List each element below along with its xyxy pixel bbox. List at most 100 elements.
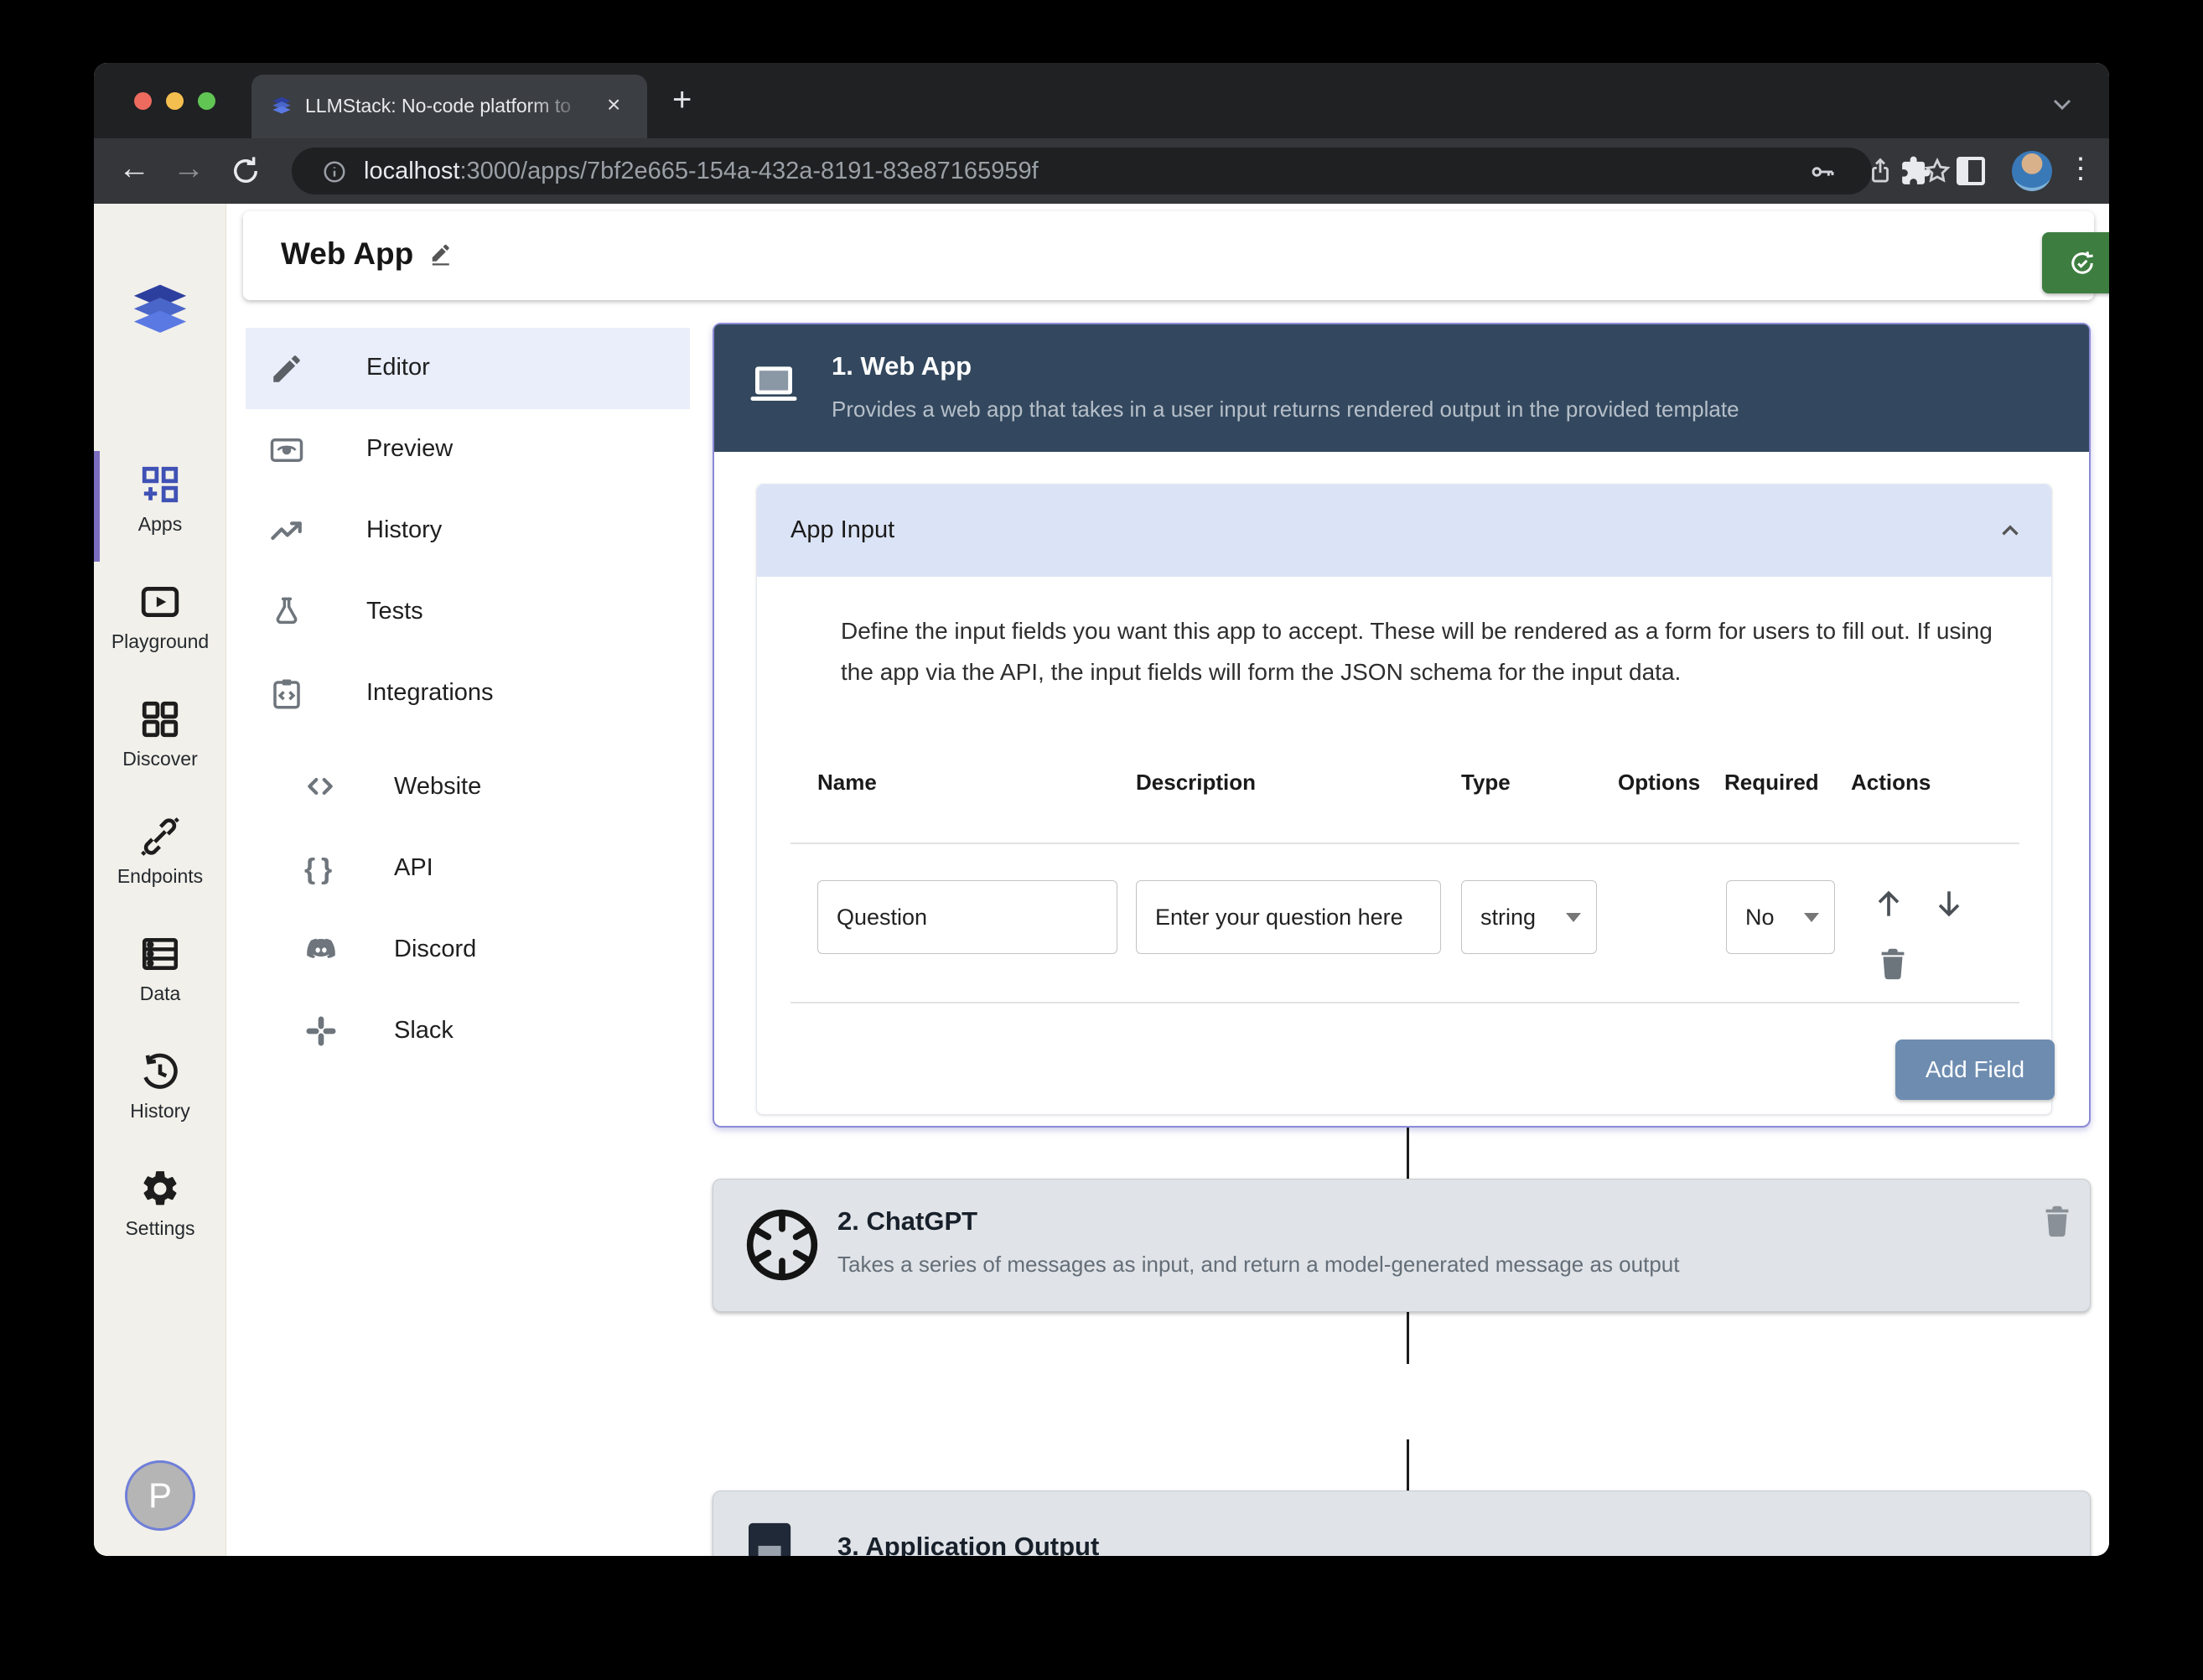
- traffic-light-close[interactable]: [134, 92, 152, 110]
- field-required-value: No: [1745, 905, 1775, 931]
- laptop-icon: [746, 363, 801, 405]
- nav-item-tests[interactable]: Tests: [246, 572, 690, 653]
- flask-icon: [269, 595, 304, 630]
- step3-title: 3. Application Output: [837, 1532, 1099, 1556]
- back-button[interactable]: ←: [111, 145, 158, 192]
- tab-title-fade: [528, 91, 587, 125]
- tab-close-icon[interactable]: ×: [607, 91, 620, 118]
- step-card-chatgpt[interactable]: 2. ChatGPT Takes a series of messages as…: [713, 1179, 2091, 1312]
- page-header: Web App Publish: [243, 211, 2094, 300]
- flow-connector: [1407, 1439, 1409, 1491]
- braces-icon: { }: [304, 852, 340, 887]
- extensions-puzzle-icon[interactable]: [1900, 155, 1931, 187]
- llmstack-favicon: [268, 93, 295, 120]
- step-card-web-app: 1. Web App Provides a web app that takes…: [713, 323, 2091, 1128]
- sidebar-item-discover[interactable]: Discover: [94, 698, 226, 770]
- sidebar-label: Playground: [94, 630, 226, 653]
- nav-label: Editor: [366, 354, 430, 381]
- endpoints-icon: [139, 816, 181, 858]
- edit-title-icon[interactable]: [429, 241, 454, 267]
- sidebar-label: Apps: [94, 513, 226, 536]
- openai-logo-icon: [744, 1206, 821, 1283]
- add-field-button[interactable]: Add Field: [1895, 1040, 2055, 1100]
- browser-toolbar: ← → localhost:3000/apps/7bf2e665-154a-43…: [94, 138, 2109, 204]
- sidebar-label: History: [94, 1100, 226, 1123]
- nav-item-website[interactable]: Website: [246, 747, 690, 828]
- trending-icon: [269, 514, 304, 549]
- playground-icon: [139, 581, 181, 623]
- field-description-input[interactable]: [1136, 880, 1441, 954]
- refresh-button[interactable]: [228, 153, 263, 189]
- collapse-chevron-icon[interactable]: [1996, 516, 2024, 545]
- share-icon[interactable]: [1866, 157, 1895, 185]
- step-card-application-output[interactable]: 3. Application Output: [713, 1491, 2091, 1556]
- col-header-type: Type: [1461, 770, 1511, 796]
- sidebar-item-settings[interactable]: Settings: [94, 1168, 226, 1240]
- nav-item-api[interactable]: { } API: [246, 828, 690, 910]
- delete-field-trash-icon[interactable]: [1874, 944, 1912, 983]
- field-name-input[interactable]: [817, 880, 1117, 954]
- delete-step-trash-icon[interactable]: [2038, 1201, 2076, 1240]
- nav-label: Website: [394, 773, 481, 801]
- forward-button[interactable]: →: [165, 145, 212, 192]
- nav-item-history[interactable]: History: [246, 490, 690, 572]
- sidebar-label: Data: [94, 983, 226, 1005]
- app-input-header[interactable]: App Input: [757, 485, 2051, 577]
- flow-connector: [1407, 1128, 1409, 1179]
- app-sidebar: Apps Playground Discover: [94, 204, 226, 1556]
- sidebar-item-history[interactable]: History: [94, 1050, 226, 1123]
- field-required-select[interactable]: No: [1726, 880, 1835, 954]
- nav-label: Tests: [366, 598, 423, 625]
- nav-item-integrations[interactable]: Integrations: [246, 653, 690, 734]
- sidebar-item-data[interactable]: Data: [94, 933, 226, 1005]
- apps-icon: [139, 464, 181, 506]
- slack-icon: [304, 1014, 340, 1050]
- publish-button[interactable]: Publish: [2042, 232, 2109, 293]
- browser-menu-icon[interactable]: ⋮: [2057, 145, 2104, 192]
- nav-item-slack[interactable]: Slack: [246, 991, 690, 1072]
- nav-item-preview[interactable]: Preview: [246, 409, 690, 490]
- profile-avatar[interactable]: [2012, 151, 2052, 191]
- nav-item-discord[interactable]: Discord: [246, 910, 690, 991]
- side-panel-icon[interactable]: [1957, 157, 1985, 185]
- field-type-select[interactable]: string: [1461, 880, 1597, 954]
- move-down-icon[interactable]: [1931, 885, 1967, 922]
- traffic-light-zoom[interactable]: [198, 92, 215, 110]
- table-divider: [790, 843, 2019, 844]
- url-path: :3000/apps/7bf2e665-154a-432a-8191-83e87…: [459, 158, 1038, 184]
- nav-label: API: [394, 854, 433, 882]
- table-divider: [790, 1002, 2019, 1003]
- col-header-actions: Actions: [1851, 770, 1931, 796]
- field-type-value: string: [1480, 905, 1536, 931]
- sidebar-item-apps[interactable]: Apps: [94, 464, 226, 536]
- nav-item-editor[interactable]: Editor: [246, 328, 690, 409]
- url-text: localhost:3000/apps/7bf2e665-154a-432a-8…: [364, 158, 1039, 185]
- step1-subtitle: Provides a web app that takes in a user …: [832, 397, 1739, 423]
- sidebar-label: Endpoints: [94, 865, 226, 888]
- move-up-icon[interactable]: [1870, 885, 1907, 922]
- browser-tab[interactable]: LLMStack: No-code platform to ×: [251, 75, 647, 138]
- nav-label: Integrations: [366, 679, 494, 707]
- app-content: Apps Playground Discover: [94, 204, 2109, 1556]
- nav-label: Preview: [366, 435, 453, 463]
- screenshot-stage: LLMStack: No-code platform to × + ← → lo…: [0, 0, 2203, 1680]
- data-icon: [139, 933, 181, 975]
- chevron-down-icon: [1804, 913, 1819, 922]
- sidebar-item-endpoints[interactable]: Endpoints: [94, 816, 226, 888]
- llmstack-logo[interactable]: [122, 272, 198, 346]
- user-avatar[interactable]: P: [125, 1460, 195, 1531]
- key-icon[interactable]: [1809, 158, 1836, 185]
- tab-search-chevron-icon[interactable]: [2047, 88, 2077, 118]
- new-tab-icon[interactable]: +: [672, 81, 692, 118]
- site-info-icon[interactable]: [322, 159, 347, 184]
- settings-gear-icon: [139, 1168, 181, 1210]
- url-bar[interactable]: localhost:3000/apps/7bf2e665-154a-432a-8…: [292, 148, 1872, 194]
- traffic-light-minimize[interactable]: [166, 92, 184, 110]
- sidebar-item-playground[interactable]: Playground: [94, 581, 226, 653]
- app-input-panel: App Input Define the input fields you wa…: [756, 484, 2052, 1115]
- integrations-icon: [269, 677, 304, 712]
- browser-window: LLMStack: No-code platform to × + ← → lo…: [94, 63, 2109, 1556]
- nav-label: Slack: [394, 1017, 454, 1045]
- url-host: localhost: [364, 158, 459, 184]
- chevron-down-icon: [1566, 913, 1581, 922]
